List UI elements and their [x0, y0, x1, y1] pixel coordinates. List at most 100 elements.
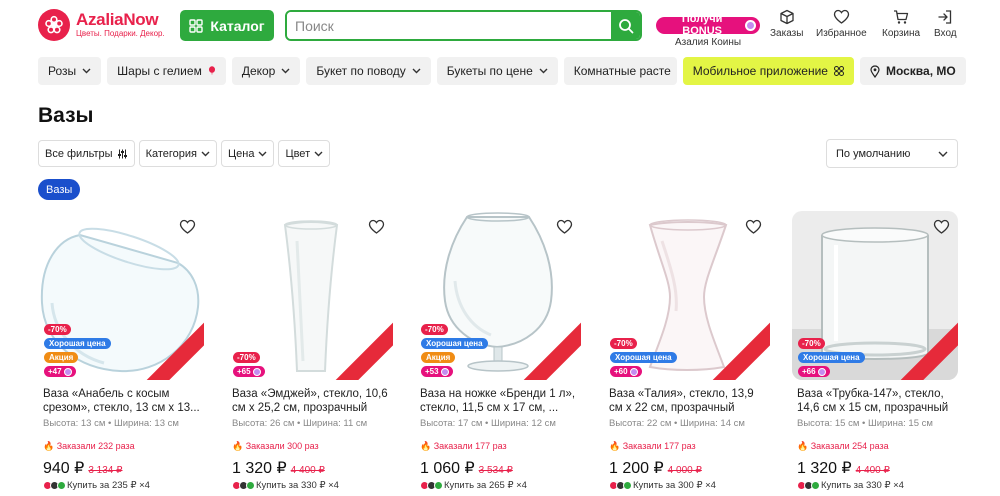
all-filters-label: Все фильтры: [45, 147, 113, 160]
product-dimensions: Высота: 15 см • Ширина: 15 см: [797, 418, 933, 429]
orders-count-text: Заказали 300 раз: [245, 441, 319, 451]
heart-icon: [556, 219, 573, 234]
product-card[interactable]: -70% Хорошая цена +60 Ваза «Талия», стек…: [604, 211, 770, 496]
points-value: +53: [425, 367, 439, 376]
product-dimensions: Высота: 13 см • Ширина: 13 см: [43, 418, 179, 429]
filter-price[interactable]: Цена: [221, 140, 275, 167]
category-decor-label: Декор: [241, 64, 276, 78]
product-badges: -70% Хорошая цена Акция +47: [44, 324, 111, 377]
product-image[interactable]: -70% Хорошая цена +66: [792, 211, 958, 380]
product-image[interactable]: -70% Хорошая цена Акция +53: [415, 211, 581, 380]
nav-favorites[interactable]: Избранное: [816, 9, 867, 39]
favorite-button[interactable]: [745, 219, 762, 240]
orders-count: 🔥 Заказали 300 раз: [232, 441, 319, 451]
cart-icon: [894, 10, 909, 24]
active-filter-chip[interactable]: Вазы: [38, 179, 81, 200]
search-button[interactable]: [611, 12, 640, 39]
product-card[interactable]: -70% +65 Ваза «Эмджей», стекло, 10,6 см …: [227, 211, 393, 496]
logo[interactable]: AzaliaNow Цветы. Подарки. Декор.: [38, 9, 165, 41]
old-price: 3 534 ₽: [478, 465, 513, 476]
mobile-app-button[interactable]: Мобильное приложение: [682, 57, 854, 85]
catalog-label: Каталог: [210, 17, 265, 34]
nav-favorites-label: Избранное: [816, 28, 867, 39]
product-name[interactable]: Ваза «Трубка-147», стекло, 14,6 см х 15 …: [792, 387, 958, 415]
product-name[interactable]: Ваза «Эмджей», стекло, 10,6 см х 25,2 см…: [227, 387, 393, 415]
payment-logos-icon: [609, 481, 632, 490]
product-card[interactable]: -70% Хорошая цена Акция +53 Ваза на ножк…: [415, 211, 581, 496]
brand-tagline: Цветы. Подарки. Декор.: [76, 29, 165, 38]
product-card[interactable]: -70% Хорошая цена +66 Ваза «Трубка-147»,…: [792, 211, 958, 496]
points-value: +66: [802, 367, 816, 376]
catalog-button[interactable]: Каталог: [180, 10, 274, 41]
location-selector[interactable]: Москва, МО: [859, 57, 966, 85]
product-name[interactable]: Ваза «Анабель с косым срезом», стекло, 1…: [38, 387, 204, 415]
search-input[interactable]: [287, 12, 611, 39]
orders-count: 🔥 Заказали 232 раза: [43, 441, 135, 451]
category-indoor[interactable]: Комнатные расте: [563, 57, 677, 85]
apps-grid-icon: [833, 66, 844, 76]
grid-icon: [189, 18, 204, 33]
filter-color[interactable]: Цвет: [278, 140, 331, 167]
product-dimensions: Высота: 17 см • Ширина: 12 см: [420, 418, 556, 429]
discount-badge: -70%: [798, 338, 825, 349]
product-dimensions: Высота: 26 см • Ширина: 11 см: [232, 418, 368, 429]
login-icon: [938, 10, 952, 24]
product-badges: -70% Хорошая цена +60: [610, 338, 677, 377]
product-image[interactable]: -70% Хорошая цена +60: [604, 211, 770, 380]
favorite-button[interactable]: [368, 219, 385, 240]
payment-logos-icon: [420, 481, 443, 490]
price-row: 1 200 ₽ 4 000 ₽: [604, 458, 770, 478]
installment-text: Купить за 330 ₽ ×4: [256, 480, 339, 491]
points-value: +65: [237, 367, 251, 376]
category-by-price[interactable]: Букеты по цене: [436, 57, 558, 85]
chevron-down-icon: [82, 68, 91, 74]
good-price-badge: Хорошая цена: [610, 352, 677, 363]
nav-orders[interactable]: Заказы: [770, 9, 803, 39]
product-card[interactable]: -70% Хорошая цена Акция +47 Ваза «Анабел…: [38, 211, 204, 496]
favorite-button[interactable]: [179, 219, 196, 240]
orders-count-text: Заказали 254 раза: [810, 441, 889, 451]
promo-badge: Акция: [421, 352, 456, 363]
brand-name: AzaliaNow: [76, 10, 159, 29]
coin-icon: [817, 367, 826, 376]
price: 1 200 ₽: [609, 460, 664, 477]
page-title: Вазы: [38, 104, 94, 127]
category-bar: Розы Шары с гелием Декор Букет по поводу…: [38, 57, 966, 85]
location-label: Москва, МО: [885, 64, 956, 78]
bonus-promo[interactable]: Получи BONUS Азалия Коины: [656, 9, 760, 48]
product-name[interactable]: Ваза на ножке «Бренди 1 л», стекло, 11,5…: [415, 387, 581, 415]
chevron-down-icon: [412, 68, 421, 74]
chevron-down-icon: [314, 151, 323, 156]
price-row: 1 060 ₽ 3 534 ₽: [415, 458, 581, 478]
header: AzaliaNow Цветы. Подарки. Декор. Каталог…: [0, 0, 1000, 52]
all-filters-button[interactable]: Все фильтры: [38, 140, 135, 167]
box-icon: [780, 9, 794, 25]
favorite-button[interactable]: [556, 219, 573, 240]
product-name[interactable]: Ваза «Талия», стекло, 13,9 см х 22 см, п…: [604, 387, 770, 415]
category-roses[interactable]: Розы: [38, 57, 102, 85]
product-image[interactable]: -70% Хорошая цена Акция +47: [38, 211, 204, 380]
favorite-button[interactable]: [933, 219, 950, 240]
orders-count: 🔥 Заказали 254 раза: [797, 441, 889, 451]
category-occasion[interactable]: Букет по поводу: [306, 57, 431, 85]
nav-cart-label: Корзина: [882, 28, 921, 39]
product-image[interactable]: -70% +65: [227, 211, 393, 380]
price-row: 940 ₽ 3 134 ₽: [38, 458, 204, 478]
filter-category[interactable]: Категория: [138, 140, 217, 167]
product-badges: -70% Хорошая цена Акция +53: [421, 324, 488, 377]
installment-row: Купить за 235 ₽ ×4: [38, 480, 204, 491]
bonus-label: Получи BONUS: [681, 13, 723, 37]
sort-select[interactable]: По умолчанию: [826, 139, 958, 168]
product-badges: -70% +65: [233, 352, 265, 377]
category-balloons[interactable]: Шары с гелием: [107, 57, 226, 85]
location-pin-icon: [870, 64, 880, 78]
nav-cart[interactable]: Корзина: [882, 9, 920, 39]
price: 940 ₽: [43, 460, 85, 477]
points-badge: +53: [421, 366, 453, 377]
heart-icon: [179, 219, 196, 234]
old-price: 4 000 ₽: [667, 465, 702, 476]
nav-login[interactable]: Вход: [934, 9, 957, 39]
installment-text: Купить за 300 ₽ ×4: [633, 480, 716, 491]
category-decor[interactable]: Декор: [231, 57, 301, 85]
installment-row: Купить за 330 ₽ ×4: [227, 480, 393, 491]
